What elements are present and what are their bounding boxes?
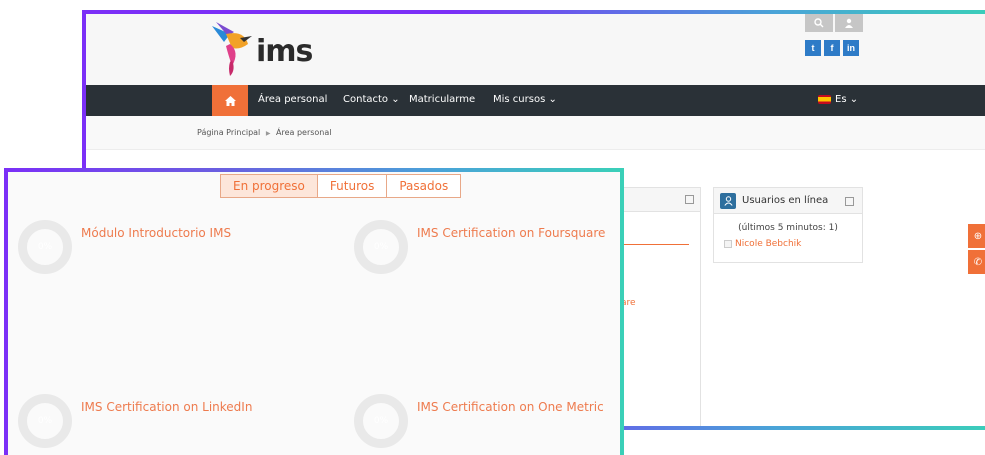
facebook-link[interactable]: f [824,40,840,56]
online-users-block: Usuarios en línea (últimos 5 minutos: 1)… [713,187,863,263]
progress-ring: 0% [354,394,408,448]
hummingbird-logo-icon [212,22,252,76]
user-menu-button[interactable] [835,14,863,32]
breadcrumb-current[interactable]: Área personal [276,128,332,137]
logo-wordmark: ims [256,34,313,69]
home-icon [224,95,236,106]
language-label: Es ⌄ [835,94,859,105]
progress-ring: 0% [18,220,72,274]
nav-item-contacto[interactable]: Contacto ⌄ [343,94,400,105]
course-overview-zoom: En progreso Futuros Pasados 0% Módulo In… [8,172,620,455]
zoomed-window-frame: En progreso Futuros Pasados 0% Módulo In… [4,168,624,455]
main-navbar: Área personal Contacto ⌄ Matricularme Mi… [86,85,985,116]
course-title-link[interactable]: IMS Certification on Foursquare [417,226,605,240]
progress-label: 0% [37,242,53,252]
breadcrumb: Página Principal ▶ Área personal [197,128,332,137]
tab-futuros[interactable]: Futuros [318,175,388,197]
facebook-icon: f [830,43,834,53]
breadcrumb-separator-icon: ▶ [265,130,271,137]
linkedin-icon: in [847,43,855,53]
side-floating-button-top[interactable]: ⊕ [968,224,985,248]
site-header: ims t f in [86,14,985,85]
progress-label: 0% [37,416,53,426]
online-users-title: Usuarios en línea [742,195,829,206]
progress-ring: 0% [354,220,408,274]
nav-home-button[interactable] [212,85,248,116]
nav-item-matricularme[interactable]: Matricularme [409,94,475,105]
twitter-link[interactable]: t [805,40,821,56]
search-icon [814,18,824,28]
twitter-icon: t [811,43,815,53]
tab-pasados[interactable]: Pasados [387,175,460,197]
tab-en-progreso[interactable]: En progreso [221,175,318,197]
user-avatar-icon [724,240,732,248]
online-users-header: Usuarios en línea [714,188,862,214]
collapse-block-icon[interactable] [845,197,854,206]
course-status-tabs: En progreso Futuros Pasados [220,174,462,198]
nav-item-area-personal[interactable]: Área personal [258,94,327,105]
online-user-item[interactable]: Nicole Bebchik [724,239,801,249]
collapse-block-icon[interactable] [685,195,694,204]
spain-flag-icon [818,95,831,104]
course-title-link[interactable]: IMS Certification on LinkedIn [81,400,252,414]
online-user-name[interactable]: Nicole Bebchik [735,239,801,249]
search-button[interactable] [805,14,833,32]
progress-label: 0% [373,242,389,252]
breadcrumb-home-link[interactable]: Página Principal [197,128,260,137]
progress-ring: 0% [18,394,72,448]
phone-icon: ✆ [973,256,983,268]
language-selector[interactable]: Es ⌄ [818,94,858,105]
progress-label: 0% [373,416,389,426]
site-logo[interactable]: ims [210,20,330,78]
help-icon: ⊕ [973,230,983,242]
course-title-link[interactable]: Módulo Introductorio IMS [81,226,231,240]
online-users-subtitle: (últimos 5 minutos: 1) [738,223,838,233]
nav-item-mis-cursos[interactable]: Mis cursos ⌄ [493,94,557,105]
side-floating-button-bottom[interactable]: ✆ [968,250,985,274]
user-icon [845,18,853,28]
linkedin-link[interactable]: in [843,40,859,56]
users-icon [720,193,736,209]
breadcrumb-bar: Página Principal ▶ Área personal [86,116,985,150]
course-title-link[interactable]: IMS Certification on One Metric [417,400,604,414]
